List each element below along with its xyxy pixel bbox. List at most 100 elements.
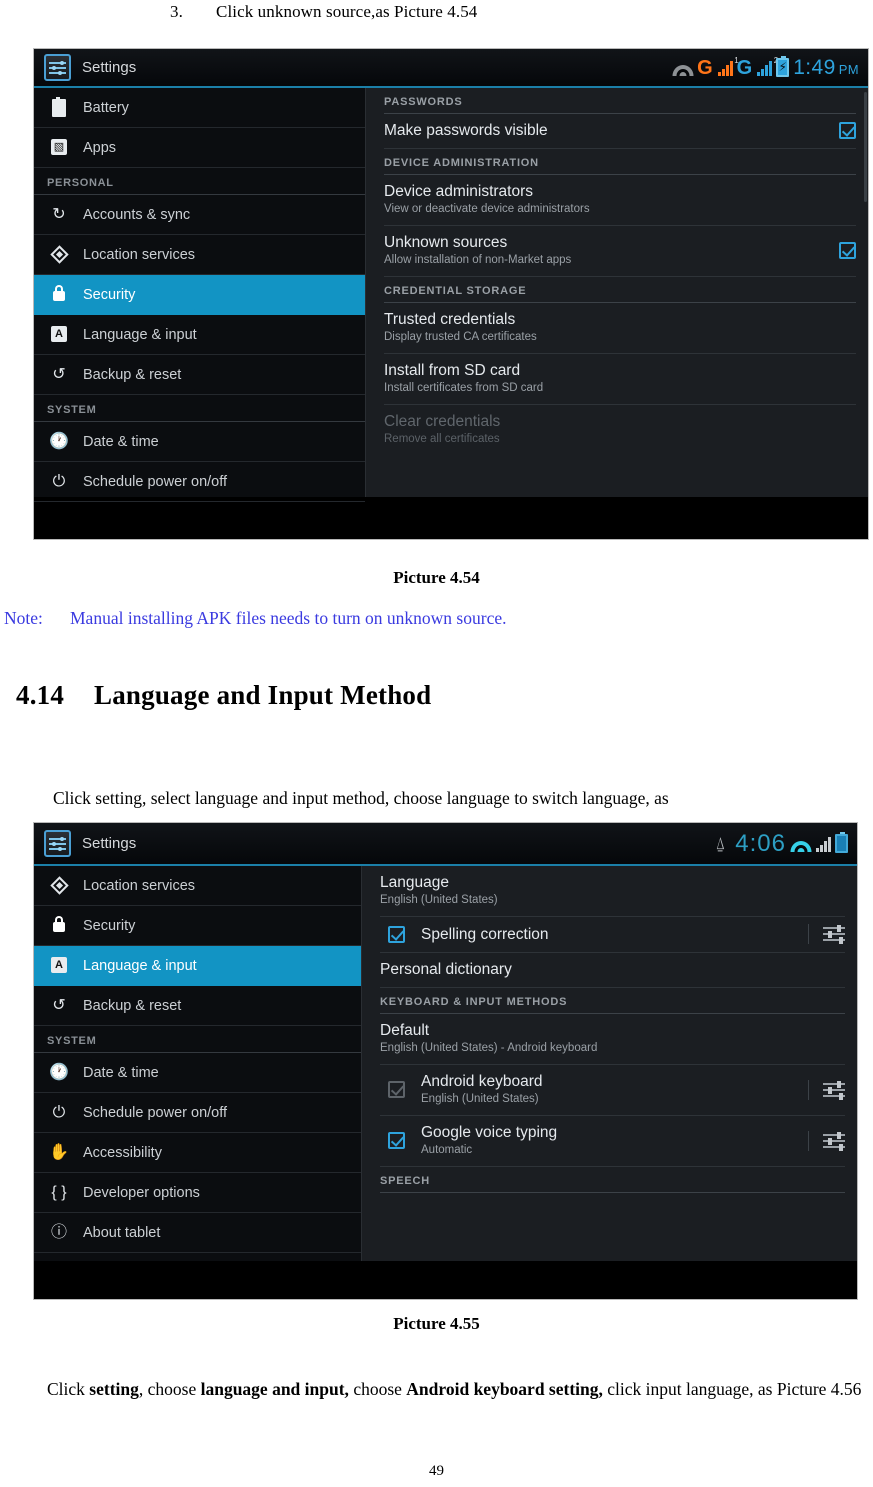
spelling-correction-settings-icon[interactable]: [808, 924, 845, 944]
closing-part-2: , choose: [138, 1379, 201, 1399]
setting-subtitle: English (United States): [380, 894, 498, 906]
navigation-bar[interactable]: [34, 497, 868, 539]
closing-paragraph: Click setting, choose language and input…: [47, 1373, 867, 1405]
setting-title: Default: [380, 1022, 430, 1039]
setting-subtitle: Remove all certificates: [384, 433, 500, 445]
sidebar-item-language-input[interactable]: A Language & input: [34, 946, 361, 986]
sidebar-item-label: About tablet: [83, 1224, 161, 1241]
sidebar-item-location-services[interactable]: Location services: [34, 235, 365, 275]
sidebar-item-apps[interactable]: ▧ Apps: [34, 128, 365, 168]
setting-row-android-keyboard[interactable]: Android keyboard English (United States): [380, 1065, 845, 1116]
unknown-sources-checkbox[interactable]: [839, 242, 856, 259]
sidebar-item-label: Location services: [83, 877, 196, 894]
closing-part-4: click input language, as Picture 4.56: [602, 1379, 862, 1399]
setting-title: Trusted credentials: [384, 311, 516, 328]
lock-icon: [47, 284, 71, 303]
setting-row-unknown-sources[interactable]: Unknown sources Allow installation of no…: [384, 226, 856, 277]
intro-paragraph: Click setting, select language and input…: [53, 788, 669, 808]
sidebar-item-schedule-power[interactable]: ⏻ Schedule power on/off: [34, 1093, 361, 1133]
sidebar-item-developer-options[interactable]: { } Developer options: [34, 1173, 361, 1213]
backup-restore-icon: ↺: [52, 365, 66, 383]
sidebar-item-battery[interactable]: Battery: [34, 88, 365, 128]
content-group-device-administration: DEVICE ADMINISTRATION: [384, 149, 856, 175]
app-title: Settings: [82, 59, 137, 76]
setting-title: Spelling correction: [421, 925, 549, 943]
setting-row-language[interactable]: Language English (United States): [380, 866, 845, 917]
settings-sidebar: Location services Security A Language & …: [34, 866, 362, 1261]
battery-icon: [47, 96, 71, 117]
sidebar-item-backup-reset[interactable]: ↺ Backup & reset: [34, 986, 361, 1026]
usb-icon: ⍙: [715, 834, 726, 853]
clock-ampm: PM: [838, 61, 859, 77]
sidebar-item-security[interactable]: Security: [34, 275, 365, 315]
closing-part-3: choose: [348, 1379, 407, 1399]
settings-sidebar: Battery ▧ Apps PERSONAL ↻ Accounts & syn…: [34, 88, 366, 502]
step-instruction: 3. Click unknown source,as Picture 4.54: [170, 2, 477, 22]
scrollbar[interactable]: [864, 92, 867, 202]
setting-row-install-from-sd-card[interactable]: Install from SD card Install certificate…: [384, 354, 856, 405]
clock-icon: 🕐: [49, 1063, 69, 1081]
sidebar-item-schedule-power[interactable]: ⏻ Schedule power on/off: [34, 462, 365, 502]
make-passwords-visible-checkbox[interactable]: [839, 122, 856, 139]
power-icon: ⏻: [52, 472, 66, 490]
status-clock: 1:49 PM: [793, 56, 859, 80]
setting-subtitle: Display trusted CA certificates: [384, 331, 537, 343]
location-icon: [47, 876, 71, 895]
sidebar-item-label: Accessibility: [83, 1144, 162, 1161]
setting-row-make-passwords-visible[interactable]: Make passwords visible: [384, 114, 856, 149]
sidebar-item-about-tablet[interactable]: ⓘ About tablet: [34, 1213, 361, 1253]
navigation-bar[interactable]: [34, 1261, 857, 1299]
android-keyboard-checkbox[interactable]: [388, 1081, 405, 1098]
note-line: Note: Manual installing APK files needs t…: [4, 608, 506, 629]
spelling-correction-checkbox[interactable]: [388, 925, 405, 943]
settings-body: Battery ▧ Apps PERSONAL ↻ Accounts & syn…: [34, 88, 868, 502]
status-bar: Settings ⍙ 4:06: [34, 823, 857, 866]
setting-row-personal-dictionary[interactable]: Personal dictionary: [380, 953, 845, 988]
sidebar-item-label: Security: [83, 286, 136, 303]
sidebar-item-date-time[interactable]: 🕐 Date & time: [34, 1053, 361, 1093]
setting-title: Android keyboard: [421, 1073, 543, 1090]
sidebar-item-security[interactable]: Security: [34, 906, 361, 946]
clock-time: 1:49: [793, 55, 836, 79]
figure-caption-455: Picture 4.55: [393, 1314, 480, 1333]
setting-row-device-administrators[interactable]: Device administrators View or deactivate…: [384, 175, 856, 226]
setting-row-clear-credentials: Clear credentials Remove all certificate…: [384, 405, 856, 455]
setting-subtitle: Allow installation of non-Market apps: [384, 254, 572, 266]
setting-row-google-voice-typing[interactable]: Google voice typing Automatic: [380, 1116, 845, 1167]
sidebar-item-accessibility[interactable]: ✋ Accessibility: [34, 1133, 361, 1173]
sidebar-group-system: SYSTEM: [34, 1026, 361, 1053]
android-screenshot-security: Settings G 1 G 2 ⚡ 1:49PM Battery ▧ Apps…: [33, 48, 869, 540]
sidebar-item-location-services[interactable]: Location services: [34, 866, 361, 906]
setting-row-default-keyboard[interactable]: Default English (United States) - Androi…: [380, 1014, 845, 1065]
sidebar-item-label: Developer options: [83, 1184, 200, 1201]
sidebar-item-label: Location services: [83, 246, 196, 263]
security-settings-panel: PASSWORDS Make passwords visible DEVICE …: [366, 88, 868, 497]
sidebar-item-backup-reset[interactable]: ↺ Backup & reset: [34, 355, 365, 395]
closing-part-1: Click: [47, 1379, 90, 1399]
setting-row-spelling-correction[interactable]: Spelling correction: [380, 917, 845, 953]
sidebar-item-label: Schedule power on/off: [83, 473, 228, 490]
sidebar-item-accounts-sync[interactable]: ↻ Accounts & sync: [34, 195, 365, 235]
developer-braces-icon: { }: [51, 1183, 67, 1201]
content-group-credential-storage: CREDENTIAL STORAGE: [384, 277, 856, 303]
setting-subtitle: View or deactivate device administrators: [384, 203, 590, 215]
setting-title: Language: [380, 874, 449, 891]
sidebar-item-date-time[interactable]: 🕐 Date & time: [34, 422, 365, 462]
signal-bars-orange-icon: 1: [717, 56, 739, 76]
sidebar-item-language-input[interactable]: A Language & input: [34, 315, 365, 355]
section-number: 4.14: [16, 680, 65, 710]
clock-icon: 🕐: [49, 432, 69, 450]
language-input-panel: Language English (United States) Spellin…: [362, 866, 857, 1261]
google-voice-typing-checkbox[interactable]: [388, 1132, 405, 1149]
setting-title: Device administrators: [384, 183, 534, 200]
android-keyboard-settings-icon[interactable]: [808, 1079, 845, 1100]
google-voice-typing-settings-icon[interactable]: [808, 1130, 845, 1151]
sync-icon: ↻: [52, 205, 66, 223]
language-a-icon: A: [47, 326, 71, 343]
sidebar-item-label: Security: [83, 917, 136, 934]
closing-bold-android-keyboard-setting: Android keyboard setting,: [406, 1379, 603, 1399]
setting-row-trusted-credentials[interactable]: Trusted credentials Display trusted CA c…: [384, 303, 856, 354]
page-number: 49: [429, 1463, 444, 1479]
content-group-speech: SPEECH: [380, 1167, 845, 1193]
setting-subtitle: English (United States): [421, 1093, 539, 1105]
